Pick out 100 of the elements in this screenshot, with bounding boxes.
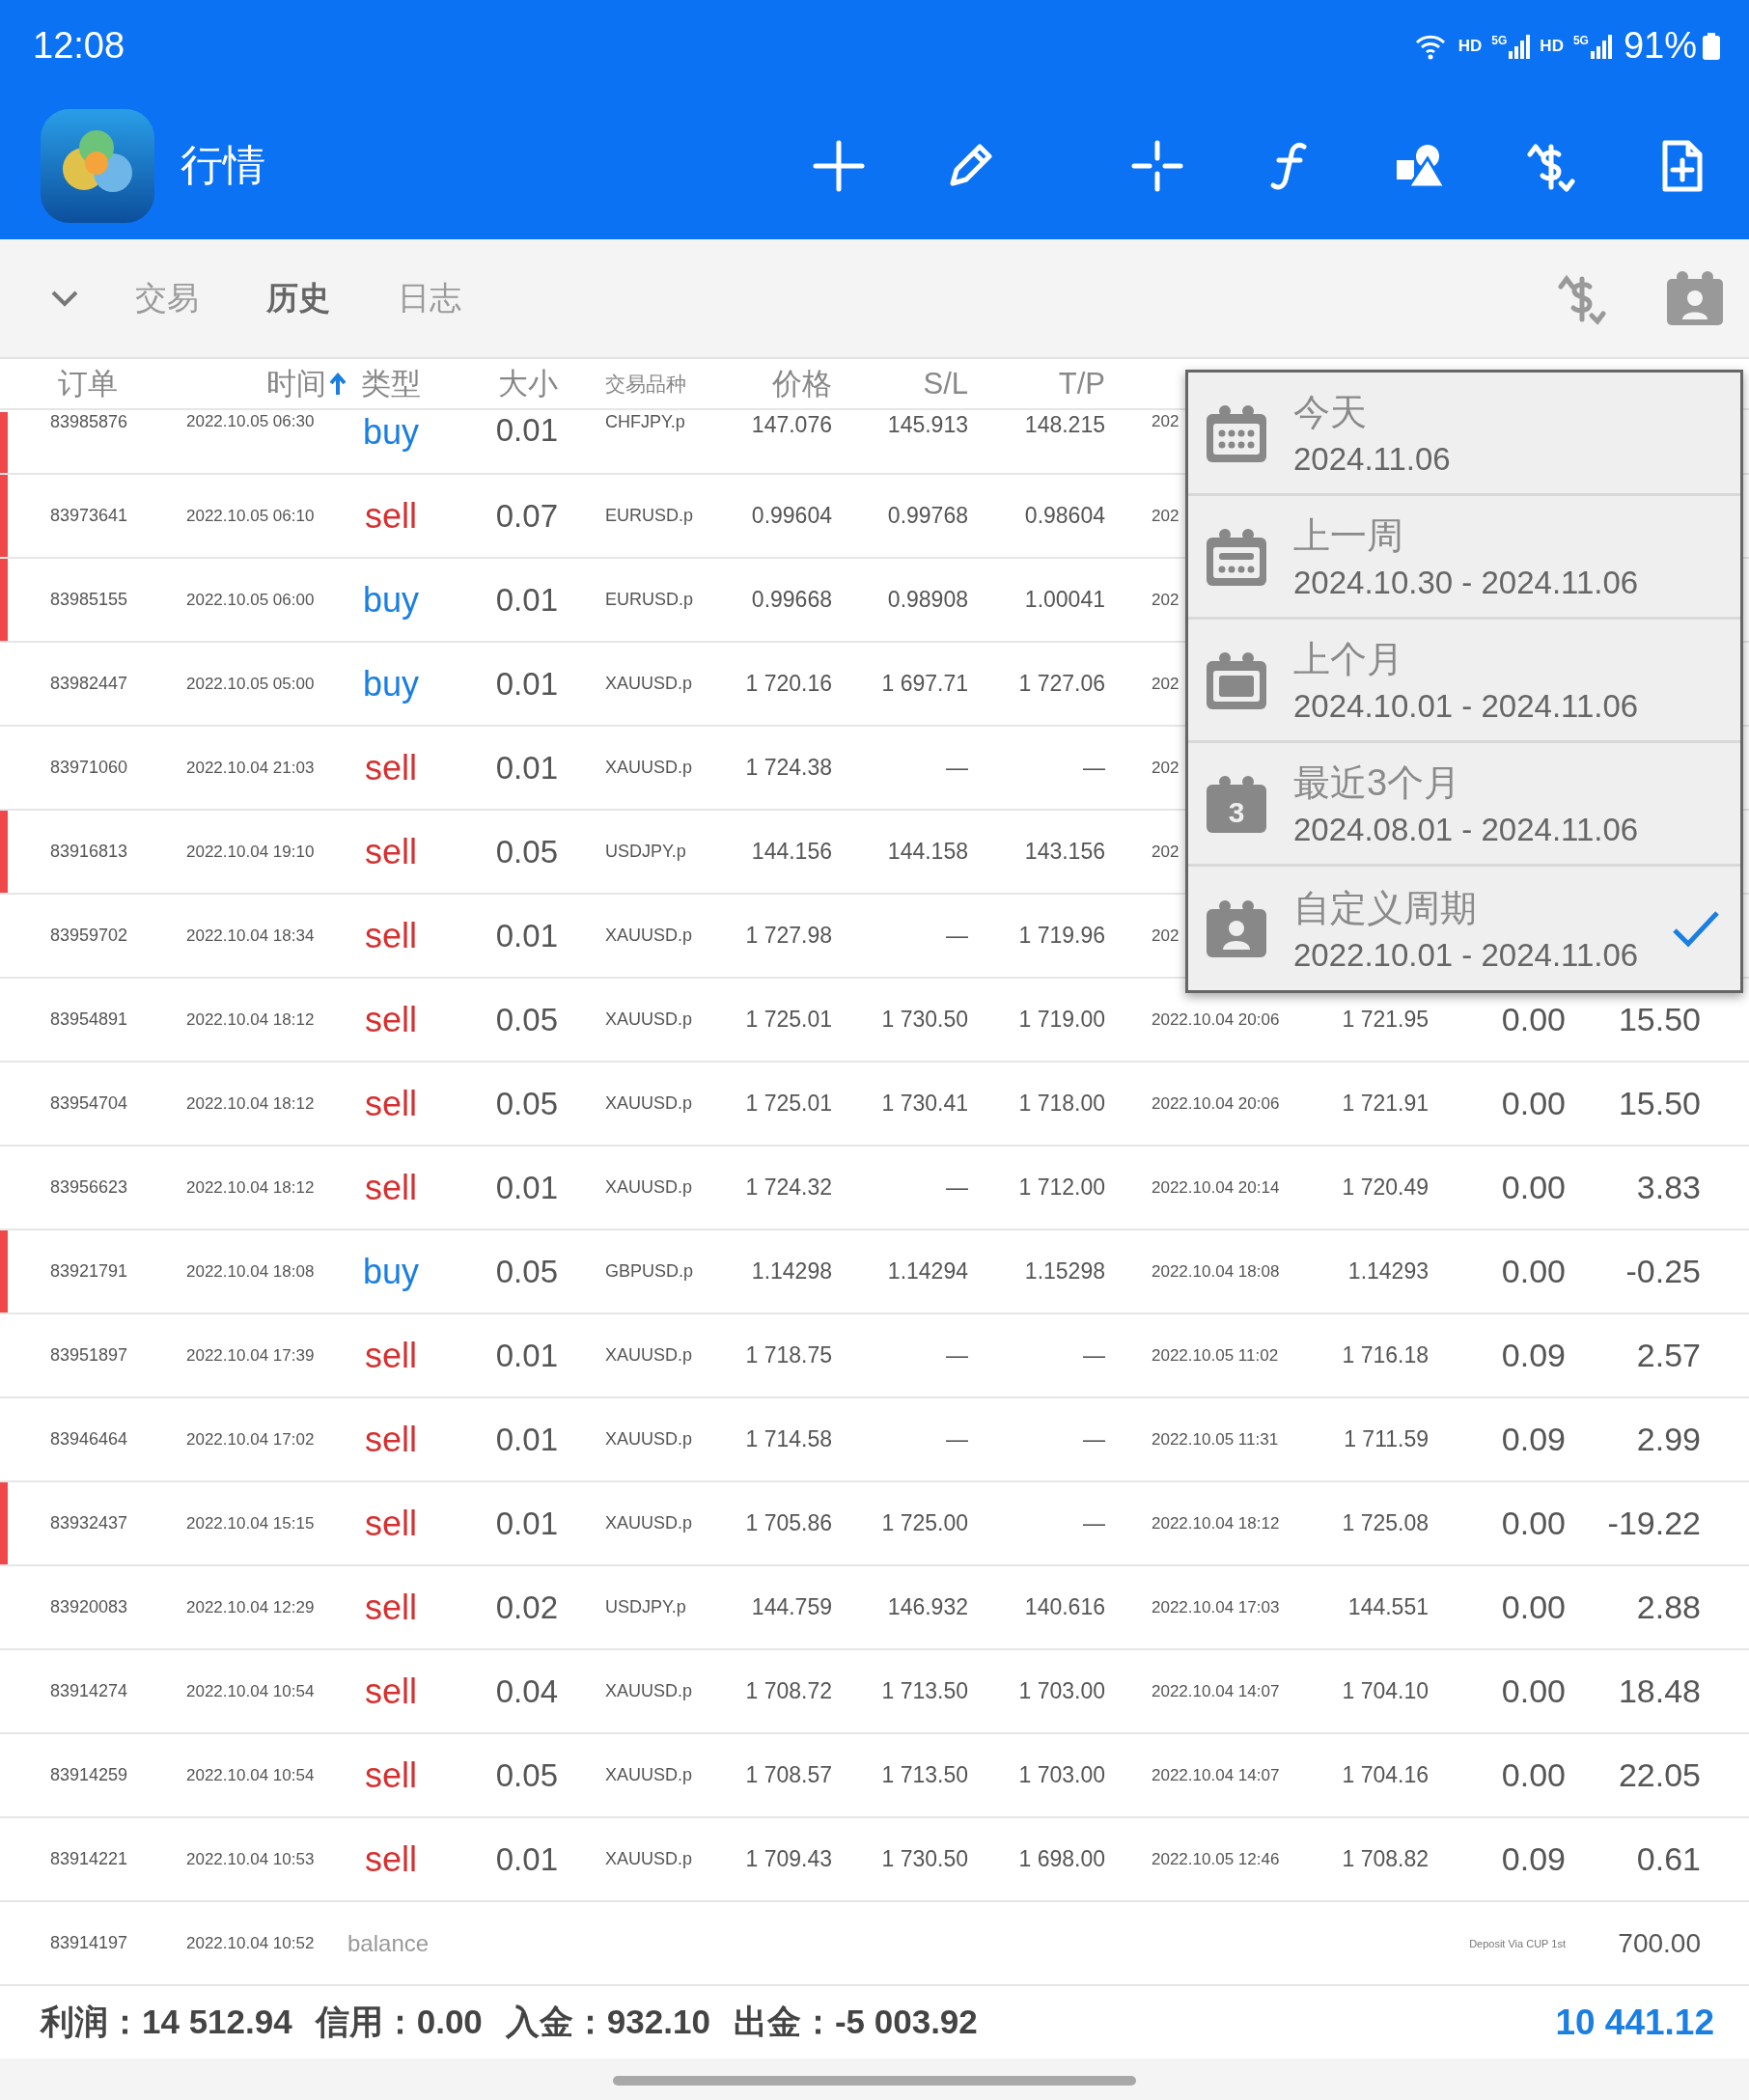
table-cell-text: 0.05 [495,833,559,870]
table-cell: 18.48 [1618,1672,1701,1710]
table-cell: 146.932 [887,1594,968,1620]
table-cell-text: 0.01 [495,1840,559,1878]
table-cell: 0.99668 [751,587,832,613]
table-cell: 1 716.18 [1342,1342,1429,1368]
navigation-handle[interactable] [613,2076,1136,2086]
battery-percent: 91% [1623,25,1697,67]
table-cell: 0.00 [1501,1253,1566,1290]
period-option[interactable]: 3 最近3个月 2024.08.01 - 2024.11.06 [1188,743,1740,867]
column-header[interactable]: 价格 [772,363,832,404]
period-option[interactable]: 自定义周期 2022.10.01 - 2024.11.06 [1188,867,1740,990]
calendar-icon [1206,527,1267,586]
table-cell-text: 0.01 [495,1421,559,1458]
screen-title: 行情 [180,140,265,190]
period-title: 自定义周期 [1293,886,1478,930]
table-cell-text: 0.05 [495,1756,559,1794]
table-cell-text: XAUUSD.p [604,1429,693,1450]
summary-value: 信用：0.00 [315,2002,483,2042]
period-option[interactable]: 上一周 2024.10.30 - 2024.11.06 [1188,496,1740,620]
table-cell-text: 2022.10.04 10:54 [185,1681,315,1701]
table-cell: -19.22 [1607,1505,1701,1542]
table-cell: sell [365,1167,417,1208]
table-cell-text: 2022.10.04 18:12 [185,1093,315,1114]
table-cell: sell [365,915,417,956]
table-cell-text: 202 [1151,842,1180,862]
table-cell: 1 724.38 [745,755,832,781]
table-cell: sell [365,1419,417,1460]
table-cell: sell [365,1671,417,1712]
table-cell: 148.215 [1024,412,1105,438]
table-cell-text: 2022.10.04 18:12 [185,1009,315,1030]
table-cell: sell [365,1755,417,1796]
period-range: 2024.08.01 - 2024.11.06 [1293,812,1640,848]
table-cell: buy [362,663,419,705]
period-range: 2024.10.30 - 2024.11.06 [1293,565,1640,601]
table-cell-text: 2022.10.05 11:31 [1151,1429,1279,1450]
summary-value: 入金：932.10 [505,2002,710,2042]
table-cell-text: 0.01 [495,749,559,787]
column-header[interactable]: 类型 [361,363,421,404]
table-cell: 1 711.59 [1344,1426,1429,1452]
table-cell: 0.00 [1501,1672,1566,1710]
calendar-person-icon [1206,899,1267,957]
table-cell: 1 724.32 [745,1174,832,1201]
table-cell-text: XAUUSD.p [604,1765,693,1785]
table-cell: 144.156 [751,839,832,865]
table-cell: sell [365,1503,417,1544]
table-cell: sell [365,831,417,872]
table-cell-text: XAUUSD.p [604,1513,693,1534]
table-cell: — [946,1174,968,1201]
tab[interactable]: 日志 [398,266,461,330]
network-label: HD [1540,36,1564,56]
table-cell: 1 703.00 [1018,1678,1105,1704]
table-cell-text: 0.01 [495,412,559,449]
table-cell: 1.14298 [751,1258,832,1285]
column-header[interactable]: T/P [1058,366,1105,401]
table-cell: sell [365,1587,417,1628]
table-cell: 1 698.00 [1018,1846,1105,1872]
table-cell-text: 0.01 [495,581,559,619]
table-cell: 1 708.72 [745,1678,832,1704]
table-cell: buy [362,1251,419,1292]
column-header[interactable]: 时间 [266,363,326,404]
table-cell-text: 83921791 [49,1261,128,1282]
table-cell: 0.98908 [887,587,968,613]
column-header[interactable]: 交易品种 [569,370,686,398]
period-option[interactable]: 上个月 2024.10.01 - 2024.11.06 [1188,620,1740,743]
table-cell-text: 2022.10.05 05:00 [185,674,315,694]
table-cell: 1 730.50 [881,1846,968,1872]
table-cell: 1 721.95 [1342,1007,1429,1033]
table-cell: 144.759 [751,1594,832,1620]
table-cell: 1 712.00 [1018,1174,1105,1201]
table-cell: — [946,923,968,949]
table-cell: 700.00 [1618,1927,1701,1959]
tab[interactable]: 历史 [266,266,330,330]
table-cell-text: 2022.10.04 10:53 [185,1849,315,1869]
table-cell-text: 202 [1151,590,1180,610]
column-header[interactable]: S/L [923,366,968,401]
table-cell: 2.57 [1636,1337,1701,1374]
table-cell: sell [365,747,417,788]
table-cell: 0.98604 [1024,503,1105,529]
status-time: 12:08 [33,25,125,67]
column-header[interactable]: 大小 [498,363,569,404]
table-cell: 0.00 [1501,1505,1566,1542]
period-option[interactable]: 今天 2024.11.06 [1188,373,1740,496]
table-cell-text: 2022.10.04 14:07 [1151,1681,1280,1701]
table-cell-text: XAUUSD.p [604,1681,693,1701]
table-cell-text: 2022.10.05 06:10 [185,506,315,526]
period-button[interactable] [1665,269,1725,327]
table-cell-text: 83920083 [49,1597,128,1617]
table-cell-text: 2022.10.04 17:02 [185,1429,315,1450]
table-cell-text: XAUUSD.p [604,1849,693,1869]
table-cell-text: 0.01 [495,1337,559,1374]
table-cell: — [1083,1510,1105,1536]
table-cell-text: 83932437 [49,1513,128,1534]
table-cell: — [1083,1426,1105,1452]
table-cell: 0.00 [1501,1589,1566,1626]
tab[interactable]: 交易 [135,266,199,330]
table-cell-text: 2022.10.04 10:54 [185,1765,315,1785]
column-header[interactable]: 订单 [8,363,118,404]
table-cell-text: XAUUSD.p [604,926,693,946]
table-cell: sell [365,999,417,1040]
